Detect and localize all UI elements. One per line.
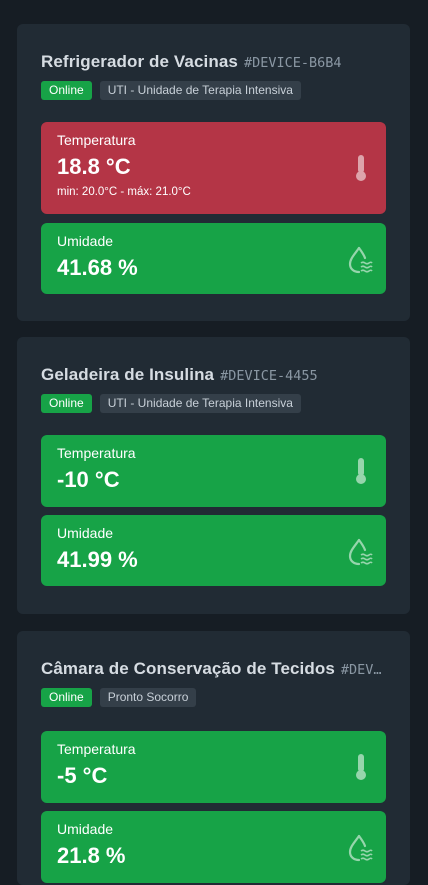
humidity-icon (348, 538, 373, 565)
location-badge: UTI - Unidade de Terapia Intensiva (99, 394, 301, 413)
humidity-icon (348, 246, 373, 273)
metric-range: min: 20.0°C - máx: 21.0°C (57, 186, 191, 198)
metric-label: Umidade (57, 233, 114, 249)
status-badge: Online (41, 688, 92, 707)
humidity-metric[interactable]: Umidade 41.68 % (41, 223, 386, 294)
device-badges: Online Pronto Socorro (41, 688, 386, 707)
device-name: Câmara de Conservação de Tecidos (41, 659, 335, 678)
device-id: #DEVICE-B6B4 (243, 55, 342, 71)
temperature-metric[interactable]: Temperatura -10 °C (41, 435, 386, 507)
metric-value: -10 °C (57, 467, 120, 492)
device-name: Geladeira de Insulina (41, 365, 215, 384)
metric-value: 18.8 °C (57, 154, 131, 179)
temperature-metric[interactable]: Temperatura 18.8 °C min: 20.0°C - máx: 2… (41, 122, 386, 214)
metric-label: Temperatura (57, 132, 136, 148)
device-card[interactable]: Geladeira de Insulina #DEVICE-4455 Onlin… (17, 337, 410, 614)
location-badge: Pronto Socorro (99, 688, 197, 707)
device-card[interactable]: Refrigerador de Vacinas #DEVICE-B6B4 Onl… (17, 24, 410, 321)
device-name: Refrigerador de Vacinas (41, 52, 238, 71)
device-card[interactable]: Câmara de Conservação de Tecidos #DEVICE… (17, 631, 410, 885)
device-badges: Online UTI - Unidade de Terapia Intensiv… (41, 81, 386, 100)
device-id: #DEVICE-4455 (220, 368, 318, 384)
metric-value: 21.8 % (57, 843, 126, 868)
status-badge: Online (41, 81, 92, 100)
metric-label: Umidade (57, 821, 114, 837)
device-header: Câmara de Conservação de Tecidos #DEVICE… (41, 659, 386, 679)
device-id: #DEVICE-... (340, 662, 386, 678)
metric-value: 41.68 % (57, 255, 138, 280)
humidity-metric[interactable]: Umidade 41.99 % (41, 515, 386, 586)
thermometer-icon (356, 155, 366, 181)
device-header: Refrigerador de Vacinas #DEVICE-B6B4 (41, 52, 386, 72)
device-header: Geladeira de Insulina #DEVICE-4455 (41, 365, 386, 385)
status-badge: Online (41, 394, 92, 413)
device-badges: Online UTI - Unidade de Terapia Intensiv… (41, 394, 386, 413)
humidity-icon (348, 834, 373, 862)
metric-value: 41.99 % (57, 547, 138, 572)
temperature-metric[interactable]: Temperatura -5 °C (41, 731, 386, 803)
humidity-metric[interactable]: Umidade 21.8 % (41, 811, 386, 883)
thermometer-icon (356, 458, 366, 484)
metric-label: Umidade (57, 525, 114, 541)
location-badge: UTI - Unidade de Terapia Intensiva (99, 81, 301, 100)
device-dashboard: Refrigerador de Vacinas #DEVICE-B6B4 Onl… (0, 0, 428, 885)
metric-value: -5 °C (57, 763, 108, 788)
metric-label: Temperatura (57, 741, 136, 757)
thermometer-icon (356, 754, 366, 780)
metric-label: Temperatura (57, 445, 136, 461)
